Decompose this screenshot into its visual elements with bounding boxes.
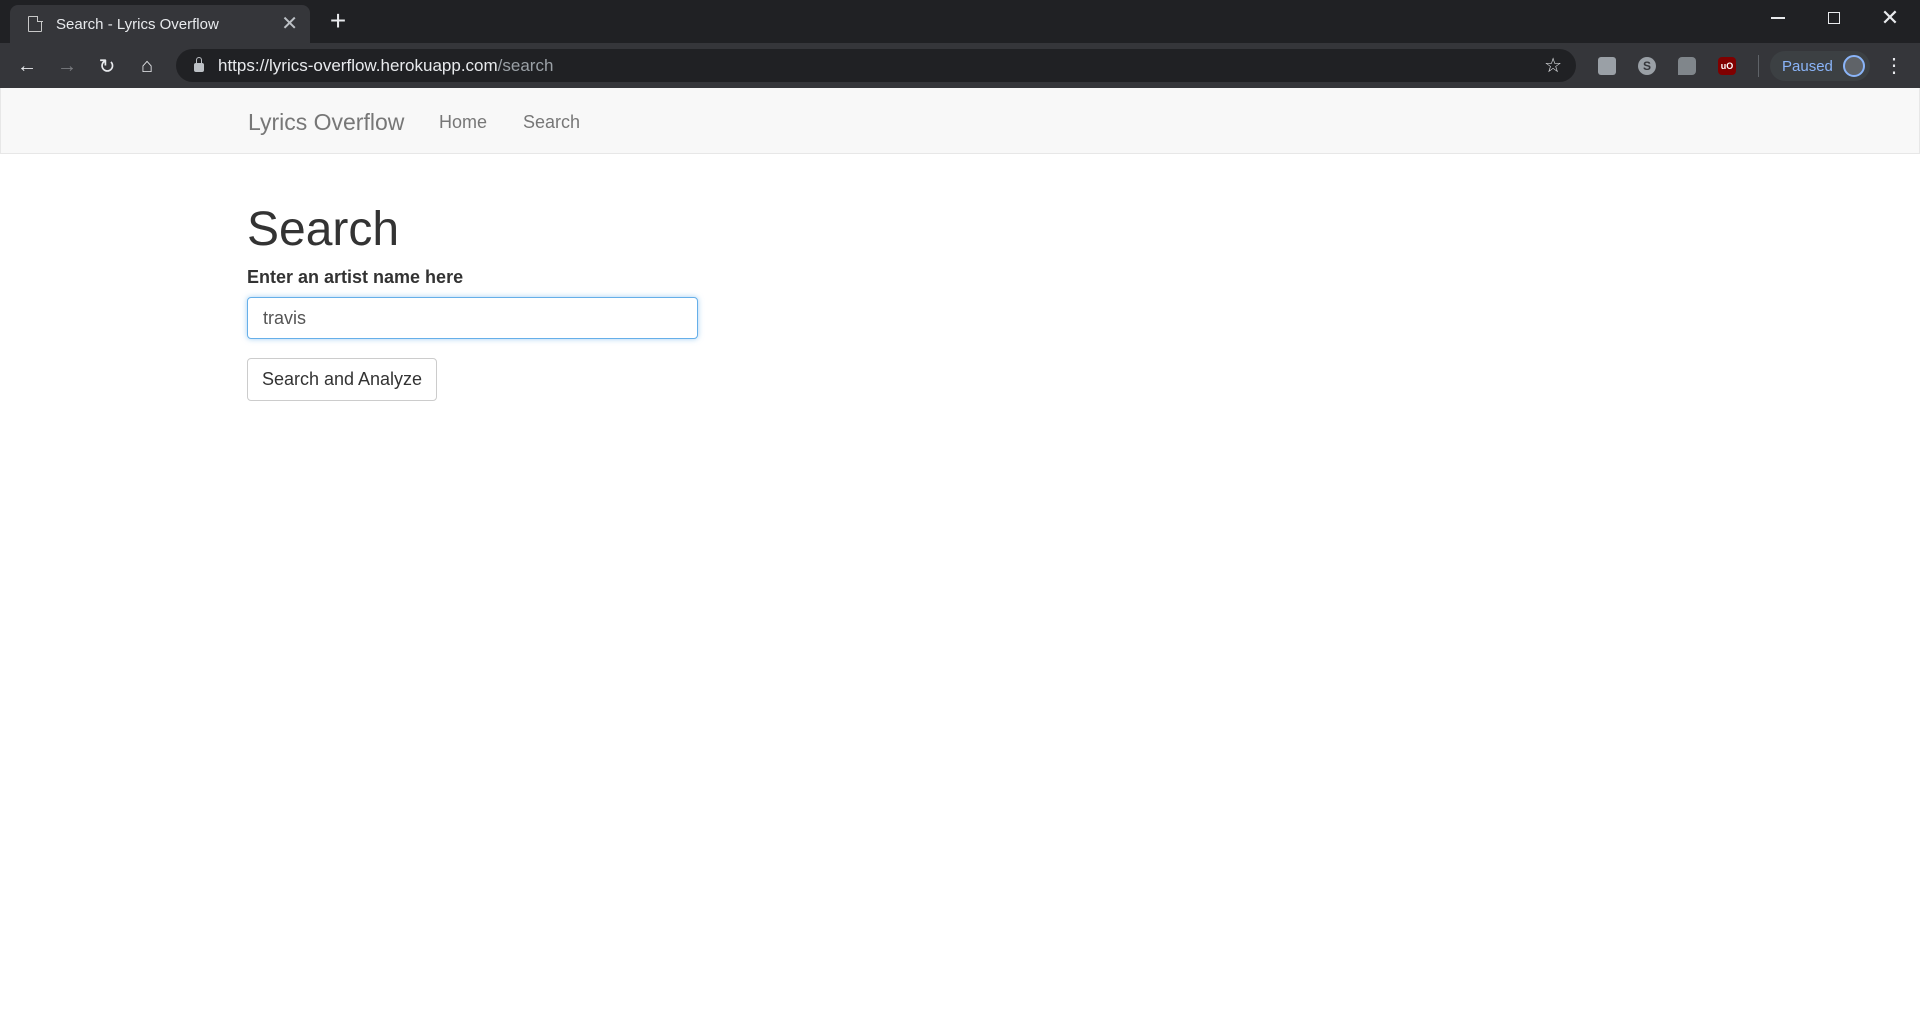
address-bar[interactable]: https://lyrics-overflow.herokuapp.com/se… [176,49,1576,82]
minimize-button[interactable] [1750,0,1806,36]
brand-link[interactable]: Lyrics Overflow [248,109,404,136]
nav-link-home[interactable]: Home [439,112,487,133]
chat-icon[interactable] [1598,57,1616,75]
browser-toolbar: ← → ↻ ⌂ https://lyrics-overflow.herokuap… [0,43,1920,88]
restore-icon [1828,12,1840,24]
tab-title: Search - Lyrics Overflow [56,15,219,33]
new-tab-button[interactable]: + [324,7,352,36]
avatar [1842,55,1865,77]
ublock-icon[interactable]: uO [1718,57,1736,75]
artist-field-label: Enter an artist name here [247,267,464,287]
restore-button[interactable] [1806,0,1862,36]
minimize-icon [1771,17,1785,19]
home-icon[interactable]: ⌂ [132,51,162,81]
browser-tab-strip: Search - Lyrics Overflow ✕ + ✕ [0,0,1920,43]
reload-icon[interactable]: ↻ [92,51,122,81]
profile-button[interactable]: Paused [1770,51,1870,81]
url-host: https://lyrics-overflow.herokuapp.com [218,55,498,75]
page-content: Lyrics Overflow Home Search Search Enter… [0,88,1920,1028]
nav-link-search[interactable]: Search [523,112,580,133]
bookmark-star-icon[interactable]: ☆ [1544,53,1562,78]
window-close-button[interactable]: ✕ [1862,0,1918,36]
back-arrow-icon[interactable]: ← [12,51,42,81]
url-text[interactable]: https://lyrics-overflow.herokuapp.com/se… [218,56,1544,76]
more-menu-icon[interactable]: ⋮ [1884,53,1904,79]
search-analyze-button[interactable]: Search and Analyze [247,358,437,401]
toolbar-divider [1758,55,1759,77]
lock-icon[interactable] [194,57,204,72]
site-navbar: Lyrics Overflow Home Search [0,88,1920,154]
profile-status: Paused [1782,57,1833,75]
artist-search-input[interactable] [247,297,698,339]
tab-close-icon[interactable]: ✕ [281,14,298,34]
page-icon [28,15,43,32]
url-path: /search [497,55,554,75]
page-title: Search [247,203,400,256]
skype-icon[interactable]: S [1638,57,1656,75]
comment-icon[interactable] [1678,57,1696,75]
forward-arrow-icon[interactable]: → [52,51,82,81]
browser-tab[interactable]: Search - Lyrics Overflow ✕ [10,5,310,43]
